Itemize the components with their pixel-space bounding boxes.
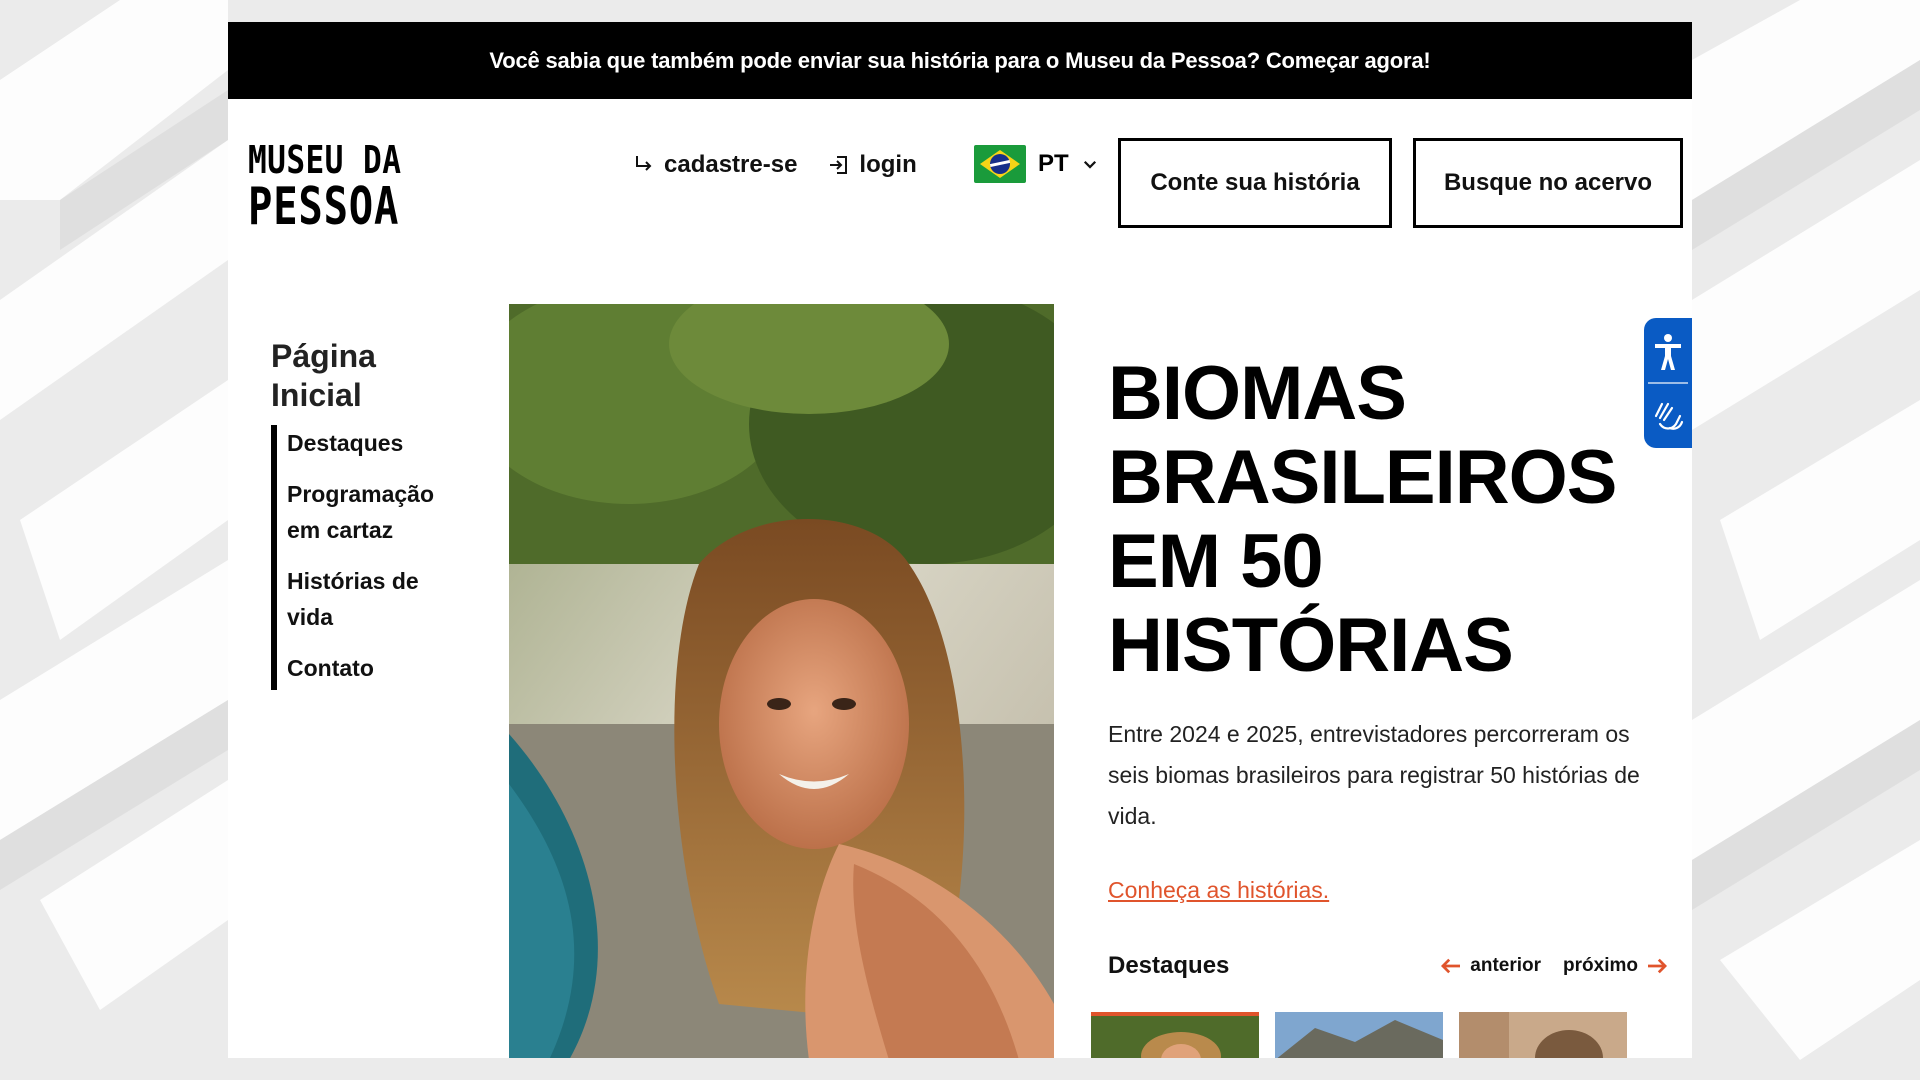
highlight-thumbnail[interactable]	[1275, 1012, 1443, 1058]
register-label: cadastre-se	[664, 151, 798, 178]
logo-line-1: MUSEU DA	[248, 138, 402, 182]
previous-label: anterior	[1470, 955, 1542, 976]
brazil-flag-icon	[974, 145, 1026, 183]
hero-photo	[509, 304, 1054, 1058]
sidebar-item-destaques[interactable]: Destaques	[287, 425, 471, 461]
chevron-down-icon	[1083, 160, 1096, 169]
announcement-banner[interactable]: Você sabia que também pode enviar sua hi…	[228, 22, 1692, 99]
accessibility-button[interactable]	[1648, 325, 1688, 379]
accessibility-widget	[1644, 318, 1692, 448]
sign-language-button[interactable]	[1648, 387, 1688, 441]
museum-logo[interactable]: MUSEU DA PESSOA	[248, 141, 442, 233]
page-container: Você sabia que também pode enviar sua hi…	[228, 22, 1692, 1058]
hero-title: BIOMAS BRASILEIROS EM 50 HISTÓRIAS	[1108, 351, 1617, 688]
language-selector[interactable]: PT	[974, 145, 1099, 183]
next-label: próximo	[1563, 955, 1638, 976]
language-code: PT	[1038, 150, 1069, 177]
sidebar-item-programacao[interactable]: Programação em cartaz	[287, 476, 471, 548]
highlight-thumbnail[interactable]	[1091, 1012, 1259, 1058]
hero-content: BIOMAS BRASILEIROS EM 50 HISTÓRIAS Entre…	[1108, 352, 1668, 904]
highlights-nav: anterior próximo	[1440, 955, 1668, 977]
sidebar-title[interactable]: Página Inicial	[271, 337, 471, 415]
arrow-right-icon	[1648, 958, 1668, 974]
logo-line-2: PESSOA	[248, 177, 400, 237]
sidebar-item-historias[interactable]: Histórias de vida	[287, 563, 471, 635]
arrow-return-icon	[636, 156, 652, 171]
register-link[interactable]: cadastre-se	[632, 151, 797, 179]
arrow-left-icon	[1441, 958, 1461, 974]
login-link[interactable]: login	[827, 151, 917, 179]
hero-description: Entre 2024 e 2025, entrevistadores perco…	[1108, 721, 1640, 829]
tell-your-story-button[interactable]: Conte sua história	[1118, 138, 1392, 228]
next-button[interactable]: próximo	[1563, 955, 1668, 977]
search-archive-button[interactable]: Busque no acervo	[1413, 138, 1683, 228]
sidebar-list: Destaques Programação em cartaz História…	[271, 425, 471, 690]
accessibility-person-icon	[1655, 334, 1681, 371]
highlights-title: Destaques	[1108, 952, 1230, 979]
banner-text[interactable]: Você sabia que também pode enviar sua hi…	[489, 48, 1430, 74]
highlights-thumbnails	[1091, 1012, 1627, 1058]
previous-button[interactable]: anterior	[1440, 955, 1541, 977]
account-links: cadastre-se login	[632, 151, 917, 179]
login-label: login	[859, 151, 917, 178]
sidebar-nav: Página Inicial Destaques Programação em …	[271, 337, 471, 690]
sign-language-hands-icon	[1654, 402, 1684, 430]
highlights-header: Destaques anterior próximo	[1108, 952, 1668, 980]
accessibility-divider	[1648, 381, 1688, 384]
sidebar-item-contato[interactable]: Contato	[287, 650, 471, 690]
login-icon	[830, 156, 848, 174]
discover-stories-link[interactable]: Conheça as histórias.	[1108, 877, 1329, 904]
highlight-thumbnail[interactable]	[1459, 1012, 1627, 1058]
